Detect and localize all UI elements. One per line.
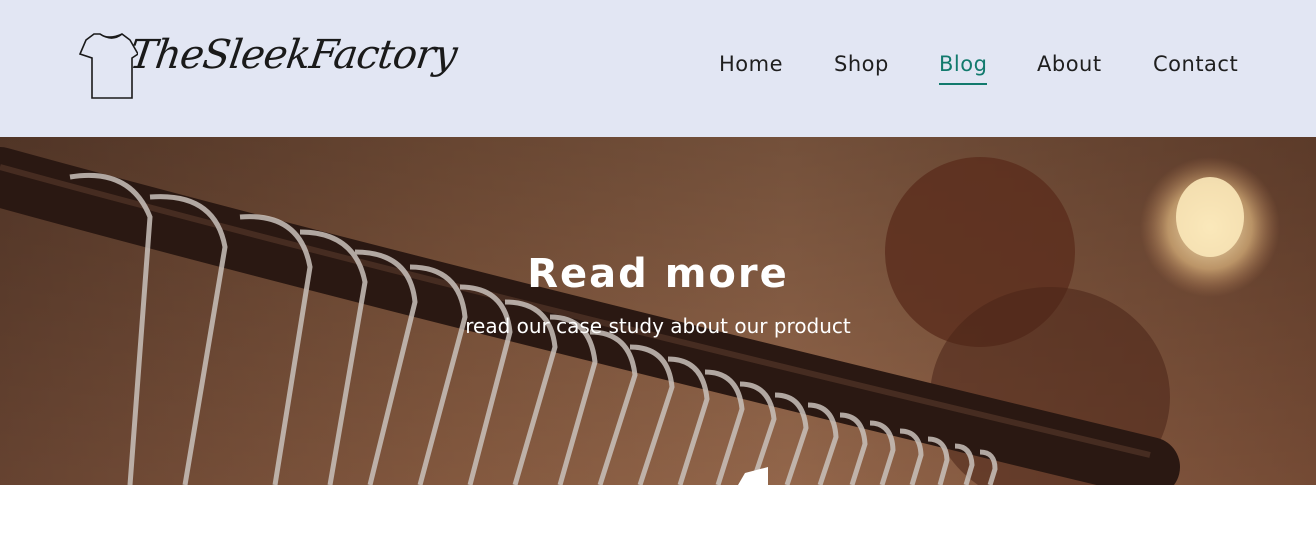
clothes-rack-photo [0,137,1316,485]
nav-item-contact[interactable]: Contact [1153,52,1238,76]
active-nav-indicator [939,83,988,85]
brand-logo[interactable]: TheSleekFactory [78,26,459,106]
nav-item-home[interactable]: Home [719,52,783,76]
nav-item-shop[interactable]: Shop [834,52,889,76]
nav-item-about[interactable]: About [1037,52,1102,76]
hero-subtitle: read our case study about our product [465,314,851,338]
nav-item-blog[interactable]: Blog [939,52,988,85]
brand-logo-text: TheSleekFactory [126,32,460,78]
hero-banner: Read more read our case study about our … [0,137,1316,485]
nav-item-blog-label: Blog [939,52,988,76]
site-header: TheSleekFactory Home Shop Blog About Con… [0,0,1316,137]
hero-title: Read more [527,251,789,297]
